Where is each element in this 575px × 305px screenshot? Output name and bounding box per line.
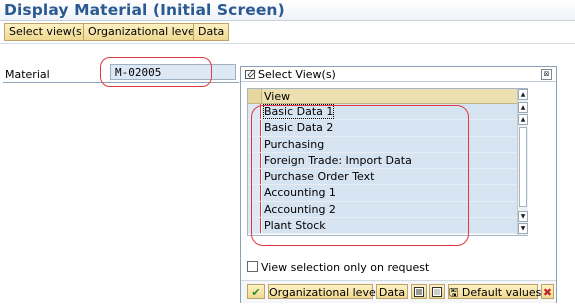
deselect-all-icon bbox=[432, 287, 442, 297]
view-selection-label: View selection only on request bbox=[261, 261, 430, 274]
save-icon: 🖫 bbox=[449, 286, 459, 299]
checkmark-icon: ✔ bbox=[251, 286, 261, 299]
scrollbar-thumb[interactable] bbox=[519, 127, 527, 207]
page-title: Display Material (Initial Screen) bbox=[4, 1, 285, 19]
select-views-button[interactable]: Select view(s) bbox=[4, 23, 92, 41]
dialog-title: Select View(s) bbox=[258, 68, 336, 81]
select-all-corner[interactable] bbox=[248, 89, 262, 103]
table-column-header: View bbox=[248, 89, 517, 104]
deselect-all-button[interactable] bbox=[429, 284, 445, 299]
title-bar: Display Material (Initial Screen) bbox=[0, 0, 575, 20]
select-all-button[interactable] bbox=[411, 284, 427, 299]
select-views-dialog: Select View(s) ⊠ View Basic Data 1 Basic… bbox=[240, 66, 557, 303]
dialog-window-icon bbox=[245, 69, 256, 79]
confirm-button[interactable]: ✔ bbox=[247, 284, 265, 299]
default-values-label: Default values bbox=[461, 286, 542, 299]
default-values-button[interactable]: 🖫 Default values bbox=[448, 284, 542, 299]
toolbar-divider bbox=[0, 43, 575, 44]
application-toolbar: Select view(s) Organizational levels Dat… bbox=[0, 21, 575, 43]
highlight-oval-views bbox=[251, 105, 469, 246]
highlight-oval-material bbox=[100, 57, 212, 87]
dialog-data-button[interactable]: Data bbox=[376, 284, 408, 299]
view-selection-option[interactable]: View selection only on request bbox=[247, 261, 429, 274]
view-selection-checkbox[interactable] bbox=[247, 261, 258, 272]
column-header-view: View bbox=[264, 90, 291, 103]
data-button[interactable]: Data bbox=[193, 23, 230, 41]
scroll-top-icon[interactable]: ▲ bbox=[518, 89, 528, 100]
close-icon[interactable]: ⊠ bbox=[541, 69, 552, 80]
dialog-org-levels-button[interactable]: Organizational levels bbox=[268, 284, 385, 299]
select-all-icon bbox=[414, 287, 424, 297]
organizational-levels-button[interactable]: Organizational levels bbox=[83, 23, 209, 41]
material-label: Material bbox=[5, 68, 50, 81]
scroll-up-icon[interactable]: ▲ bbox=[518, 114, 528, 125]
scroll-down-icon[interactable]: ▼ bbox=[518, 211, 528, 222]
dialog-title-bar: Select View(s) ⊠ bbox=[241, 67, 556, 82]
dialog-footer: ✔ Organizational levels Data 🖫 Default v… bbox=[241, 280, 556, 303]
cancel-x-icon: ✖ bbox=[542, 286, 553, 299]
scroll-bottom-icon[interactable]: ▼ bbox=[518, 223, 528, 234]
vertical-scrollbar[interactable]: ▲ ▲ ▲ ▼ ▼ bbox=[517, 89, 528, 235]
scroll-page-up-icon[interactable]: ▲ bbox=[518, 102, 528, 113]
cancel-button[interactable]: ✖ bbox=[541, 284, 554, 299]
